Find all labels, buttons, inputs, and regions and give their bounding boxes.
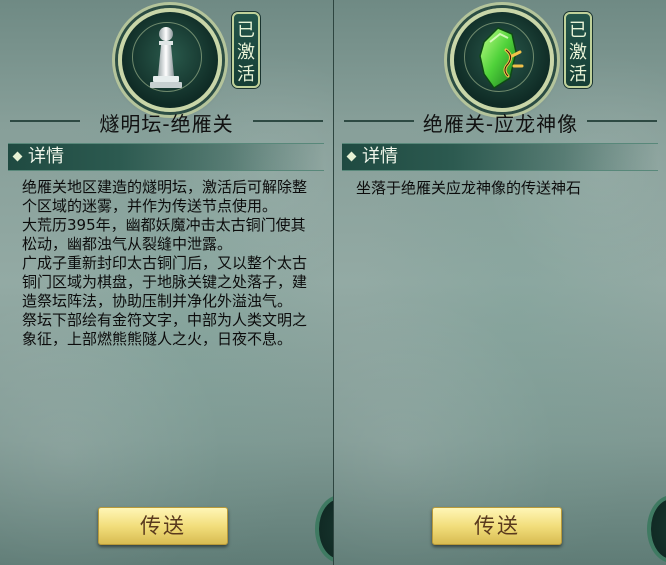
- diamond-bullet-icon: [12, 151, 23, 162]
- waypoint-panel-left: 已 激 活 燧明坛-绝雁关 详情 绝雁关地区建造的燧明坛，激活后可解除整个区域的…: [0, 0, 333, 565]
- waypoint-description: 绝雁关地区建造的燧明坛，激活后可解除整个区域的迷雾，并作为传送节点使用。 大荒历…: [22, 178, 318, 349]
- chess-pawn-icon: [150, 27, 182, 88]
- activated-tag: 已 激 活: [564, 12, 592, 88]
- details-label: 详情: [28, 146, 64, 167]
- teleport-button[interactable]: 传送: [98, 507, 228, 545]
- waypoint-panel-right: 已 激 活 绝雁关-应龙神像 详情 坐落于绝雁关应龙神像的传送神石 传送: [333, 0, 666, 565]
- details-header: 详情: [342, 143, 658, 171]
- side-ornament: [315, 495, 333, 563]
- details-header: 详情: [8, 143, 324, 171]
- details-label: 详情: [362, 146, 398, 167]
- activated-tag: 已 激 活: [232, 12, 260, 88]
- waypoint-emblem: [118, 8, 222, 112]
- teleport-screen: 已 激 活 燧明坛-绝雁关 详情 绝雁关地区建造的燧明坛，激活后可解除整个区域的…: [0, 0, 666, 565]
- teleport-button[interactable]: 传送: [432, 507, 562, 545]
- description-paragraph: 大荒历395年，幽都妖魔冲击太古铜门使其松动，幽都浊气从裂缝中泄露。: [22, 216, 306, 253]
- title-divider-right: [253, 120, 323, 122]
- jade-stone-icon: [479, 27, 524, 90]
- description-paragraph: 广成子重新封印太古铜门后，又以整个太古铜门区域为棋盘，于地脉关键之处落子，建造祭…: [22, 254, 308, 310]
- description-paragraph: 绝雁关地区建造的燧明坛，激活后可解除整个区域的迷雾，并作为传送节点使用。: [22, 178, 308, 215]
- description-paragraph: 坐落于绝雁关应龙神像的传送神石: [356, 179, 582, 197]
- description-paragraph: 祭坛下部绘有金符文字，中部为人类文明之象征，上部燃熊熊隧人之火，日夜不息。: [22, 311, 308, 348]
- waypoint-emblem: [450, 8, 554, 112]
- waypoint-title: 燧明坛-绝雁关: [99, 112, 234, 136]
- waypoint-description: 坐落于绝雁关应龙神像的传送神石: [356, 179, 652, 198]
- waypoint-title: 绝雁关-应龙神像: [422, 112, 579, 136]
- side-ornament: [647, 495, 666, 563]
- title-divider-right: [587, 120, 657, 122]
- diamond-bullet-icon: [346, 151, 357, 162]
